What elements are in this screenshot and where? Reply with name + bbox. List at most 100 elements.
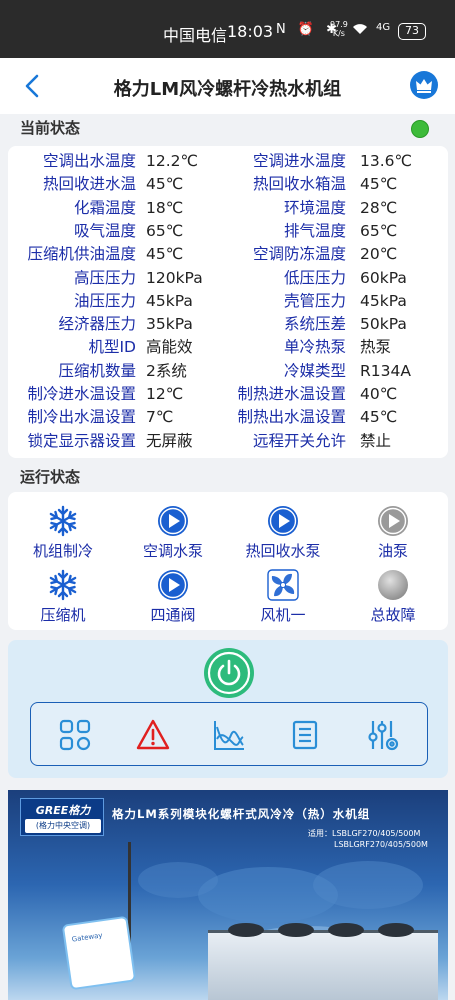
param-label: 空调防冻温度	[252, 245, 346, 264]
run-status-label: 机组制冷	[32, 542, 93, 560]
current-status-header: 当前状态	[0, 114, 455, 142]
param-label: 热回收进水温	[42, 175, 136, 194]
param-value: 禁止	[360, 431, 392, 450]
param-label: 制热进水温设置	[237, 385, 346, 403]
run-status-item: 压缩机	[8, 568, 118, 628]
param-label: 油压压力	[73, 291, 136, 310]
grid-icon[interactable]	[57, 717, 93, 753]
sliders-icon[interactable]	[365, 717, 401, 753]
param-value: 7℃	[146, 408, 174, 427]
param-value: 2系统	[146, 361, 187, 380]
run-status-label: 油泵	[377, 542, 408, 560]
clock: 18:03	[227, 22, 274, 41]
run-status-label: 风机一	[260, 606, 306, 624]
param-value: 18℃	[146, 198, 184, 217]
power-button[interactable]	[204, 648, 254, 698]
play-icon	[376, 504, 410, 538]
param-row: 压缩机数量 2系统 冷媒类型 R134A	[8, 360, 448, 383]
run-status-label: 空调水泵	[142, 542, 203, 560]
param-value: 无屏蔽	[146, 431, 193, 450]
param-label: 化霜温度	[73, 198, 136, 217]
param-value: 13.6℃	[360, 152, 412, 170]
run-status-item: 油泵	[338, 504, 448, 564]
param-value: 40℃	[360, 385, 398, 403]
cellular-label: 4G	[376, 22, 391, 33]
fan-graphic	[278, 923, 314, 937]
fan-graphic	[228, 923, 264, 937]
play-icon	[266, 504, 300, 538]
chart-icon[interactable]	[211, 717, 247, 753]
network-speed-unit: K/s	[332, 29, 345, 38]
param-row: 油压压力 45kPa 壳管压力 45kPa	[8, 290, 448, 313]
param-value: 120kPa	[146, 268, 203, 287]
param-value: 45kPa	[146, 291, 193, 310]
param-value: 20℃	[360, 245, 398, 264]
param-label: 机型ID	[88, 338, 136, 357]
param-value: 65℃	[360, 221, 398, 240]
wifi-icon	[352, 22, 368, 39]
param-label: 空调进水温度	[252, 152, 346, 170]
param-label: 空调出水温度	[42, 152, 136, 170]
online-status-indicator	[411, 120, 429, 138]
list-icon[interactable]	[287, 717, 323, 753]
param-label: 压缩机数量	[58, 361, 136, 380]
param-value: 45℃	[146, 245, 184, 264]
run-status-label: 四通阀	[150, 606, 196, 624]
param-value: 35kPa	[146, 315, 193, 334]
param-row: 锁定显示器设置 无屏蔽 远程开关允许 禁止	[8, 430, 448, 453]
run-status-item: 空调水泵	[118, 504, 228, 564]
network-speed-value: 97.9	[330, 20, 348, 29]
param-label: 低压压力	[283, 268, 346, 287]
banner-title: 格力LM系列模块化螺杆式风冷冷（热）水机组	[112, 807, 371, 821]
param-row: 压缩机供油温度 45℃ 空调防冻温度 20℃	[8, 243, 448, 266]
snowflake-icon	[46, 504, 80, 538]
param-label: 单冷热泵	[283, 338, 346, 357]
run-status-label: 热回收水泵	[245, 542, 321, 560]
param-label: 排气温度	[283, 221, 346, 240]
param-value: 高能效	[146, 338, 193, 357]
param-row: 机型ID 高能效 单冷热泵 热泵	[8, 336, 448, 359]
param-value: 12.2℃	[146, 152, 198, 170]
crown-icon[interactable]	[410, 71, 438, 99]
param-label: 经济器压力	[58, 315, 136, 334]
run-status-item: 四通阀	[118, 568, 228, 628]
fan-graphic	[378, 923, 414, 937]
param-value: 热泵	[360, 338, 392, 357]
control-panel	[8, 640, 448, 778]
param-value: 45℃	[360, 175, 398, 194]
run-status-card: 机组制冷 空调水泵 热回收水泵 油泵压缩机 四通阀 风机一 总故障	[8, 492, 448, 630]
gree-logo-text: GREE格力	[35, 804, 91, 817]
snowflake-icon	[46, 568, 80, 602]
run-status-item: 机组制冷	[8, 504, 118, 564]
param-label: 吸气温度	[73, 221, 136, 240]
param-label: 环境温度	[283, 198, 346, 217]
run-status-item: 风机一	[228, 568, 338, 628]
param-row: 热回收进水温 45℃ 热回收水箱温 45℃	[8, 173, 448, 196]
param-label: 壳管压力	[283, 291, 346, 310]
banner-models: 适用：LSBLGF270/405/500M LSBLGRF270/405/500…	[308, 828, 428, 850]
run-status-item: 总故障	[338, 568, 448, 628]
param-value: 45kPa	[360, 291, 407, 310]
param-label: 系统压差	[283, 315, 346, 334]
run-status-label: 总故障	[370, 606, 416, 624]
banner-models-line1: 适用：LSBLGF270/405/500M	[308, 829, 421, 838]
tool-bar	[30, 702, 428, 766]
run-status-label: 压缩机	[40, 606, 86, 624]
power-icon	[207, 651, 251, 695]
param-value: 12℃	[146, 385, 184, 403]
run-status-title: 运行状态	[20, 468, 81, 486]
fan-graphic	[328, 923, 364, 937]
fault-dot-icon	[376, 568, 410, 602]
carrier-label: 中国电信	[163, 26, 228, 45]
param-label: 制冷进水温设置	[27, 385, 136, 403]
param-label: 制热出水温设置	[237, 408, 346, 427]
chiller-unit-graphic	[208, 923, 438, 1000]
param-value: 50kPa	[360, 315, 407, 334]
param-label: 高压压力	[73, 268, 136, 287]
current-status-title: 当前状态	[20, 119, 81, 137]
app-header: 格力LM风冷螺杆冷热水机组	[0, 58, 455, 114]
param-value: R134A	[360, 361, 411, 380]
run-status-header: 运行状态	[0, 463, 455, 491]
warning-icon[interactable]	[135, 717, 171, 753]
param-row: 制冷出水温设置 7℃ 制热出水温设置 45℃	[8, 406, 448, 429]
